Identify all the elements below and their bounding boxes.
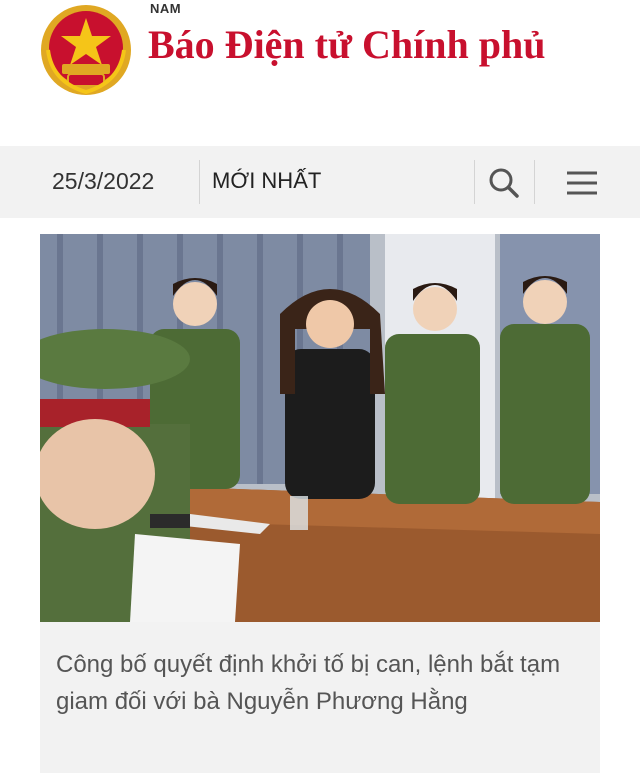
search-icon (489, 168, 519, 198)
nav-divider (474, 160, 475, 204)
menu-button[interactable] (564, 168, 600, 198)
site-title[interactable]: Báo Điện tử Chính phủ (148, 22, 588, 68)
nav-divider (534, 160, 535, 204)
article-caption[interactable]: Công bố quyết định khởi tố bị can, lệnh … (56, 646, 586, 720)
header-small-title: NAM (150, 1, 182, 16)
nav-divider (199, 160, 200, 204)
hamburger-menu-icon (567, 171, 597, 195)
navbar: 25/3/2022 MỚI NHẤT (0, 146, 640, 218)
national-emblem-icon[interactable] (40, 4, 132, 96)
article-card[interactable]: Công bố quyết định khởi tố bị can, lệnh … (40, 234, 600, 773)
latest-news-link[interactable]: MỚI NHẤT (212, 168, 321, 194)
search-button[interactable] (486, 166, 522, 200)
site-header: NAM Báo Điện tử Chính phủ (0, 0, 640, 146)
news-photo[interactable] (40, 234, 600, 622)
current-date: 25/3/2022 (52, 168, 155, 194)
